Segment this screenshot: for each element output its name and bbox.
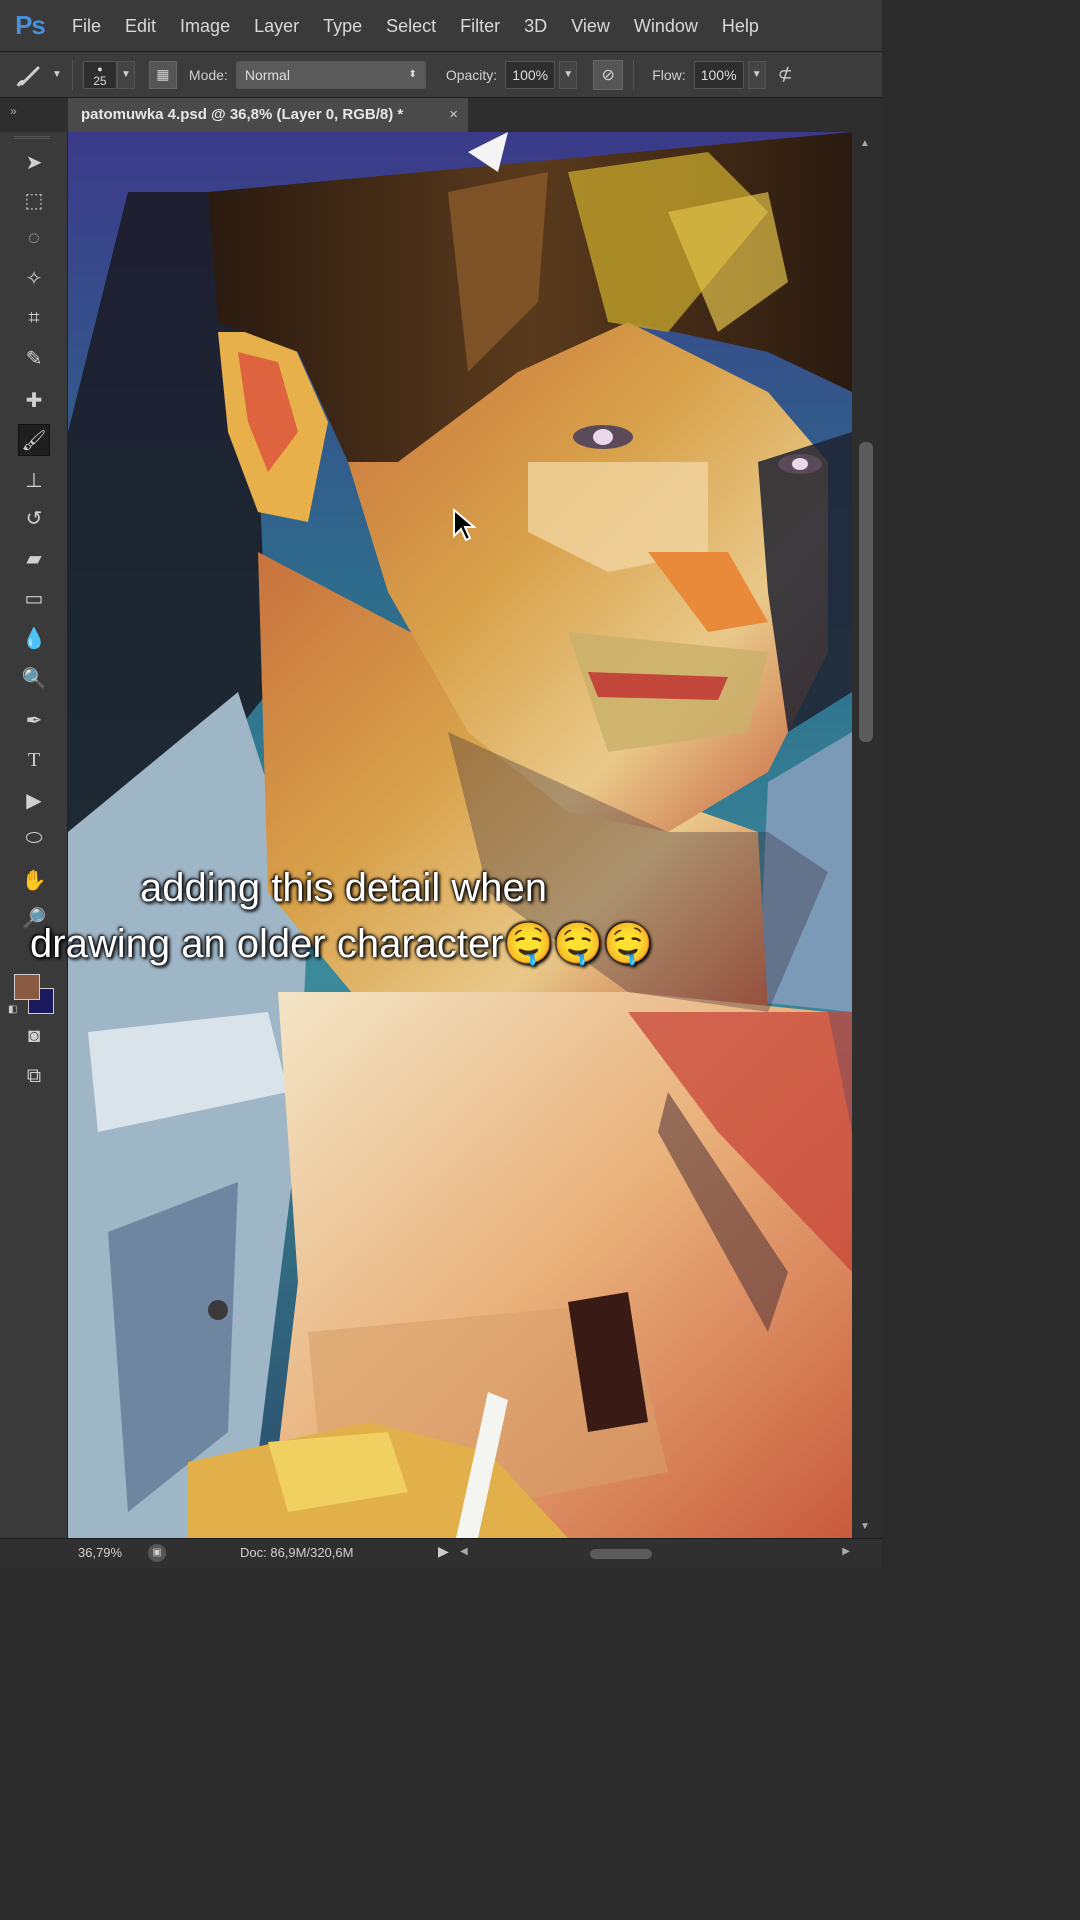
airbrush-toggle[interactable]: ⊄ [778,64,793,85]
updown-icon: ⬍ [408,69,417,80]
opacity-input[interactable]: 100% [505,60,556,89]
mode-label: Mode: [188,66,228,83]
brush-preset-icon [16,66,40,87]
menu-image[interactable]: Image [168,0,242,52]
tool-preset-picker[interactable]: ▼ [12,60,62,90]
eraser-tool-icon[interactable]: ▰ [18,542,50,574]
mode-select[interactable]: Normal ⬍ [235,60,426,89]
history-brush-tool-icon[interactable]: ↺ [18,502,50,534]
menu-select[interactable]: Select [374,0,448,52]
video-caption: adding this detail when drawing an older… [0,860,882,972]
toolbox: ◧ ◙ ⧉ ➤ ⬚ ◌ ✧ ⌗ ✎ ✚ 🖌 ⊥ ↺ ▰ ▭ 💧 🔍 ✒ T ▶ ⬭ ✋ 🔎 [0,132,68,1538]
brush-size-picker[interactable]: ● 25 [82,60,117,89]
chevron-down-icon: ▼ [751,69,762,80]
brush-panel-toggle[interactable]: ▦ [148,60,177,89]
divider [633,59,635,90]
scroll-left-icon[interactable]: ◀ [460,1546,468,1557]
menu-bar: Ps File Edit Image Layer Type Select Fil… [0,0,882,52]
menu-layer[interactable]: Layer [242,0,311,52]
vertical-scrollbar[interactable]: ▲ ▼ [852,132,882,1538]
menu-type[interactable]: Type [311,0,374,52]
divider [71,59,73,90]
menu-3d[interactable]: 3D [512,0,559,52]
caption-line-2: drawing an older character🤤🤤🤤 [30,922,654,966]
painting-artwork [68,132,852,1538]
opacity-dropdown[interactable]: ▼ [559,60,578,89]
photoshop-logo: Ps [15,10,46,40]
scroll-up-icon[interactable]: ▲ [860,138,870,149]
flow-label: Flow: [652,66,686,83]
eyedropper-tool-icon[interactable]: ✎ [18,342,50,374]
marquee-tool-icon[interactable]: ⬚ [18,184,50,216]
brush-size-value: 25 [93,73,107,88]
menu-file[interactable]: File [60,0,113,52]
document-title: patomuwka 4.psd @ 36,8% (Layer 0, RGB/8)… [81,106,404,123]
caption-line-1: adding this detail when [140,866,547,910]
horizontal-scrollbar[interactable]: ◀ ▶ [460,1546,850,1561]
brush-size-dropdown[interactable]: ▼ [116,60,135,89]
close-icon[interactable]: × [449,98,458,132]
flow-dropdown[interactable]: ▼ [747,60,766,89]
path-selection-tool-icon[interactable]: ▶ [18,784,50,816]
blur-tool-icon[interactable]: 💧 [18,622,50,654]
status-bar: 36,79% ▣ Doc: 86,9M/320,6M ▶ ◀ ▶ [0,1538,882,1568]
brush-dot-icon: ● [97,63,103,74]
canvas-area[interactable] [68,132,852,1538]
opacity-value: 100% [512,66,549,83]
document-tab-row: » patomuwka 4.psd @ 36,8% (Layer 0, RGB/… [0,98,882,132]
menu-view[interactable]: View [559,0,622,52]
scroll-right-icon[interactable]: ▶ [842,1546,850,1557]
dodge-tool-icon[interactable]: 🔍 [18,662,50,694]
document-tab[interactable]: patomuwka 4.psd @ 36,8% (Layer 0, RGB/8)… [68,98,468,132]
scrollbar-thumb[interactable] [859,442,873,742]
pressure-icon: ⊘ [601,66,615,84]
opacity-label: Opacity: [445,66,498,83]
pressure-opacity-toggle[interactable]: ⊘ [593,59,624,90]
flow-value: 100% [700,66,737,83]
flow-input[interactable]: 100% [693,60,744,89]
pen-tool-icon[interactable]: ✒ [18,704,50,736]
chevron-down-icon: ▼ [120,69,131,80]
menu-filter[interactable]: Filter [448,0,512,52]
zoom-level[interactable]: 36,79% [78,1545,122,1560]
crop-tool-icon[interactable]: ⌗ [18,302,50,334]
quick-mask-icon[interactable]: ◙ [18,1020,50,1052]
mouse-cursor-icon [453,508,476,542]
move-tool-icon[interactable]: ➤ [18,146,50,178]
type-tool-icon[interactable]: T [18,744,50,776]
document-size: Doc: 86,9M/320,6M [240,1545,354,1560]
healing-brush-tool-icon[interactable]: ✚ [18,384,50,416]
scroll-down-icon[interactable]: ▼ [860,1521,870,1532]
menu-window[interactable]: Window [622,0,710,52]
mode-value: Normal [244,66,290,83]
status-menu-arrow-icon[interactable]: ▶ [438,1543,449,1560]
foreground-color-swatch[interactable] [14,974,40,1000]
collapse-panels-icon[interactable]: » [10,104,17,118]
menu-help[interactable]: Help [710,0,771,52]
chevron-down-icon: ▼ [563,69,574,80]
gradient-tool-icon[interactable]: ▭ [18,582,50,614]
brush-panel-icon: ▦ [156,66,170,82]
brush-tool-icon[interactable]: 🖌 [18,424,50,456]
clone-stamp-tool-icon[interactable]: ⊥ [18,464,50,496]
magic-wand-tool-icon[interactable]: ✧ [18,262,50,294]
scrollbar-thumb[interactable] [590,1549,652,1559]
menu-edit[interactable]: Edit [113,0,168,52]
toolbox-grip [14,136,50,139]
lasso-tool-icon[interactable]: ◌ [18,222,50,254]
chevron-down-icon: ▼ [52,69,62,80]
default-colors-icon[interactable]: ◧ [8,1004,17,1015]
options-bar: ▼ ● 25 ▼ ▦ Mode: Normal ⬍ Opacity: 100% … [0,52,882,98]
screen-mode-icon[interactable]: ⧉ [18,1060,50,1092]
ellipse-tool-icon[interactable]: ⬭ [18,822,50,854]
status-info-icon[interactable]: ▣ [148,1544,166,1562]
airbrush-icon: ⊄ [777,64,793,84]
